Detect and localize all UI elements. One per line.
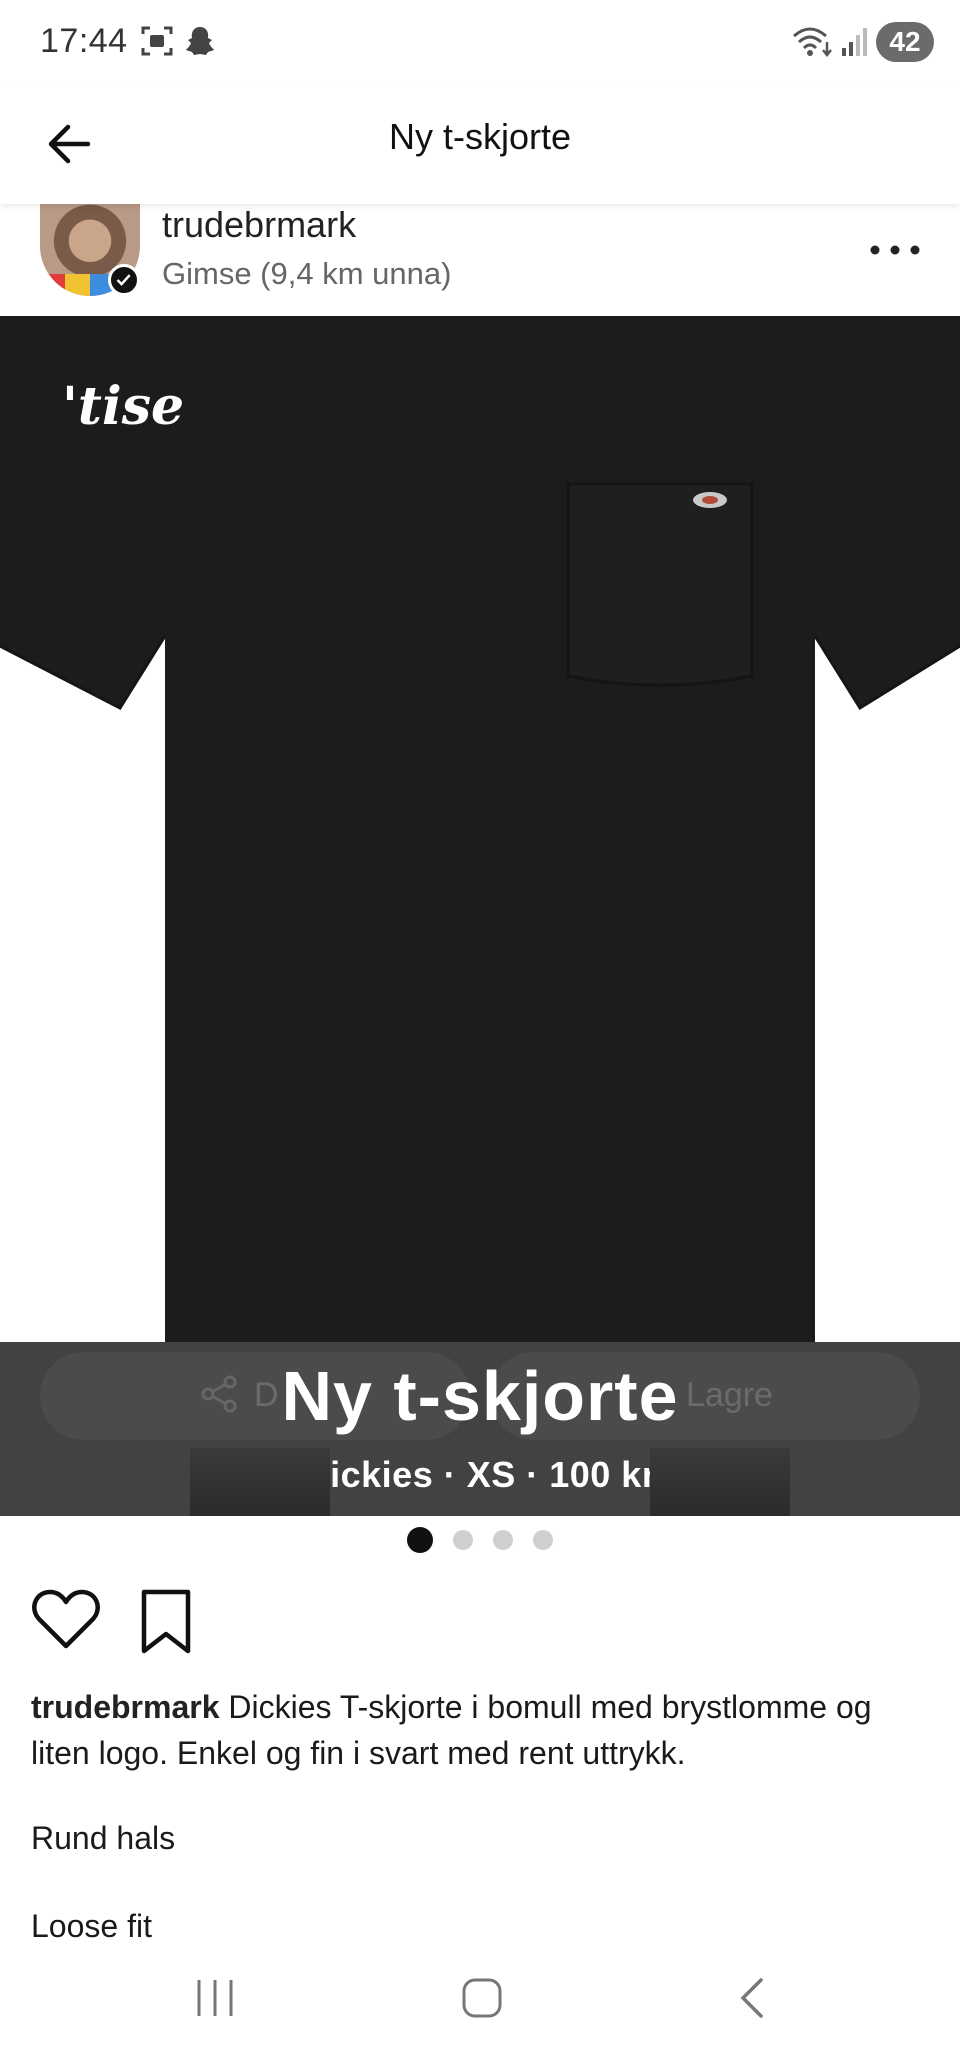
status-bar: 17:44 42: [0, 0, 960, 86]
tshirt-image: [0, 316, 960, 1342]
image-overlay: D Lagre Ny t-skjorte Dickies · XS · 100 …: [0, 1342, 960, 1516]
peek-thumbnail-left: [190, 1448, 330, 1516]
recent-apps-icon[interactable]: [190, 1976, 240, 2020]
app-header: Ny t-skjorte: [0, 86, 960, 204]
item-description: trudebrmark Dickies T-skjorte i bomull m…: [31, 1684, 931, 1776]
bookmark-icon[interactable]: [136, 1588, 196, 1656]
status-time: 17:44: [40, 22, 128, 60]
description-line: Rund hals: [31, 1820, 176, 1856]
seller-username[interactable]: trudebrmark: [162, 204, 356, 246]
screenshot-icon: [141, 26, 173, 56]
product-image[interactable]: 'tise D Lagre Ny t-skjorte Dickies · XS …: [0, 316, 960, 1516]
overlay-title: Ny t-skjorte: [281, 1357, 679, 1435]
snapchat-icon: [186, 27, 214, 55]
more-horizontal-icon[interactable]: [868, 238, 922, 262]
battery-indicator: 42: [876, 22, 934, 62]
signal-icon: [842, 28, 867, 56]
pagination-dot[interactable]: [453, 1530, 473, 1550]
description-line: Loose fit: [31, 1908, 152, 1944]
overlay-subtitle: Dickies · XS · 100 kr: [303, 1454, 657, 1495]
image-pagination: [0, 1526, 960, 1554]
seller-row[interactable]: trudebrmark Gimse (9,4 km unna): [0, 204, 960, 316]
wifi-icon: [793, 27, 832, 58]
back-icon[interactable]: [735, 1976, 771, 2020]
pagination-dot[interactable]: [407, 1527, 433, 1553]
system-nav-bar: [0, 1956, 960, 2059]
home-icon[interactable]: [460, 1976, 504, 2020]
tise-watermark: 'tise: [62, 376, 185, 437]
description-username[interactable]: trudebrmark: [31, 1689, 220, 1725]
seller-location: Gimse (9,4 km unna): [162, 256, 452, 291]
verified-check-icon: [108, 264, 140, 296]
pagination-dot[interactable]: [533, 1530, 553, 1550]
page-title: Ny t-skjorte: [388, 116, 572, 157]
heart-icon[interactable]: [30, 1588, 102, 1652]
peek-thumbnail-right: [650, 1448, 790, 1516]
pagination-dot[interactable]: [493, 1530, 513, 1550]
